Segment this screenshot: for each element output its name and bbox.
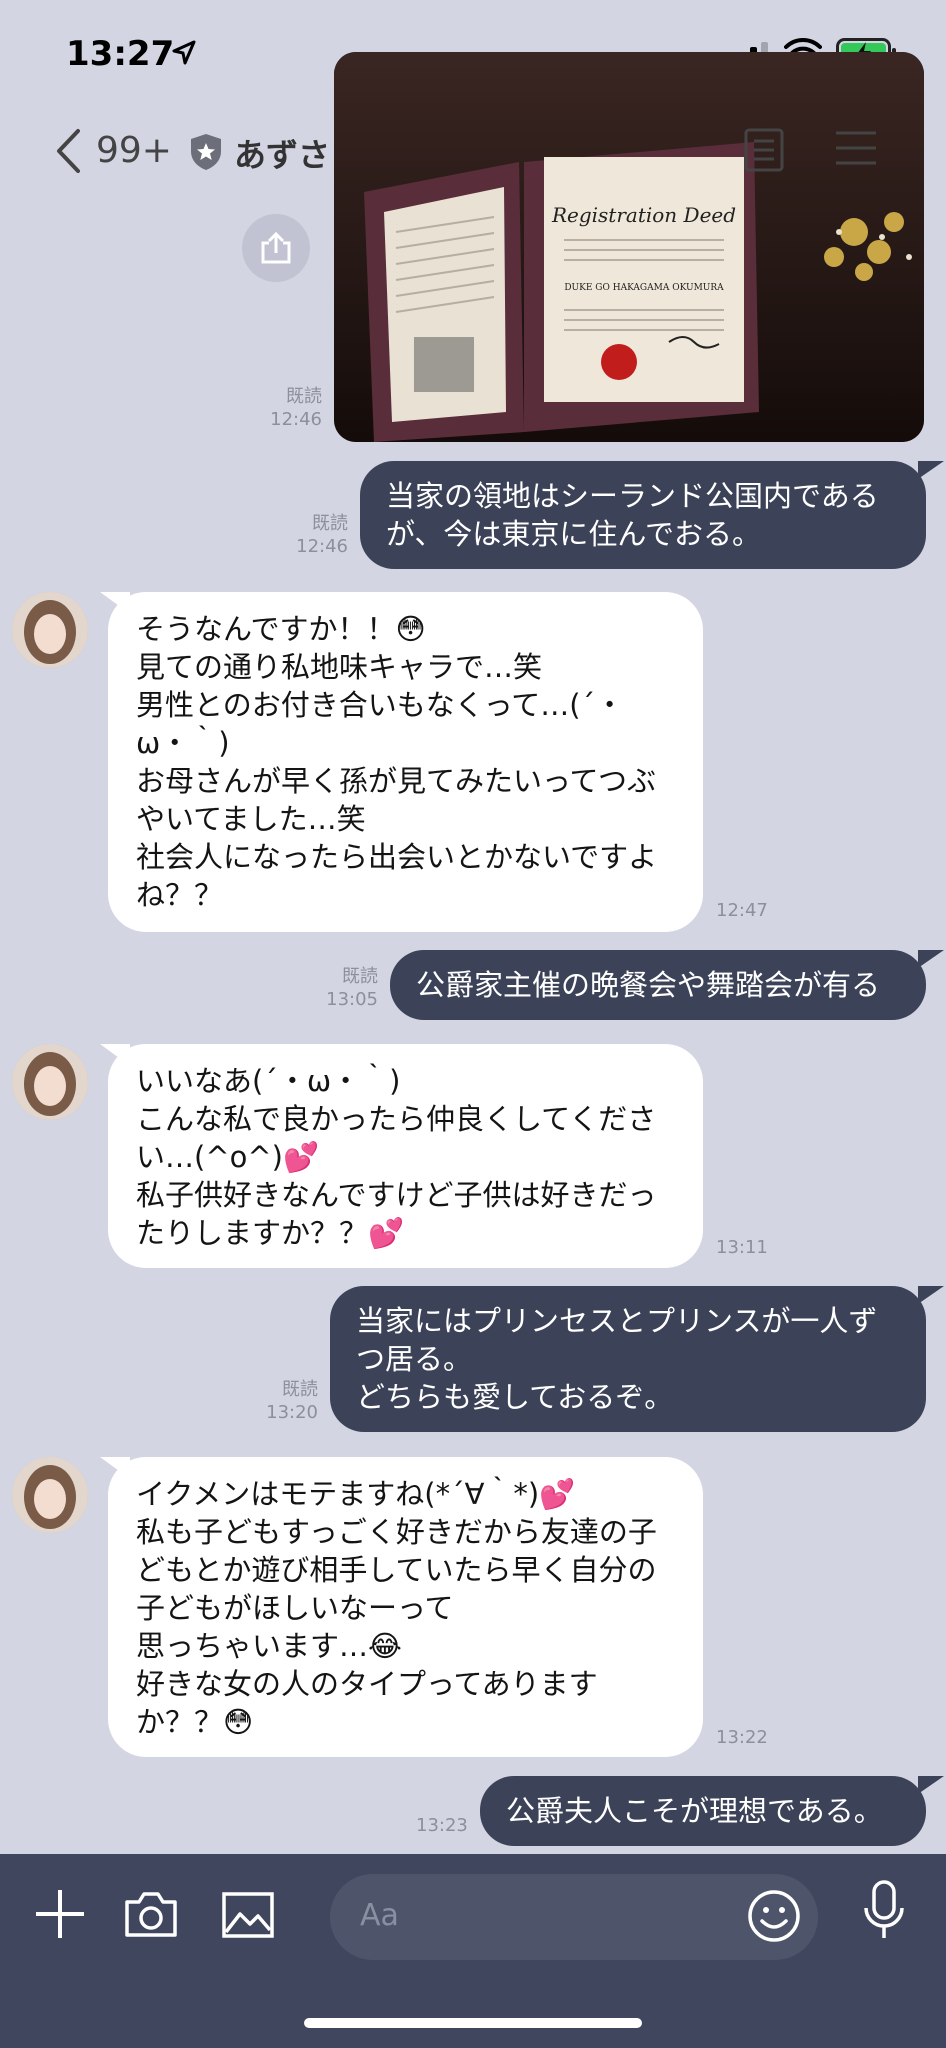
avatar-image xyxy=(12,1457,88,1533)
message-text: 男性とのお付き合いもなくって…(´・ xyxy=(136,688,625,722)
message-text: ω・｀) xyxy=(136,726,230,760)
message-bubble-outgoing[interactable]: 当家の領地はシーランド公国内である が、今は東京に住んでおる。 xyxy=(360,461,926,569)
message-bubble-outgoing[interactable]: 公爵夫人こそが理想である。 xyxy=(480,1776,926,1846)
message-text: 公爵夫人こそが理想である。 xyxy=(506,1794,883,1828)
message-text: 公爵家主催の晩餐会や舞踏会が有る xyxy=(416,968,881,1002)
read-receipt: 既読 xyxy=(286,386,322,407)
message-bubble-incoming[interactable]: いいなあ(´・ω・｀) こんな私で良かったら仲良くしてくださ い…(^o^)💕 … xyxy=(108,1044,703,1268)
hamburger-menu-icon[interactable] xyxy=(834,130,878,166)
message-text: 子どもがほしいなーって xyxy=(136,1591,454,1625)
message-time: 12:47 xyxy=(716,900,768,921)
message-meta: 既読 12:46 xyxy=(250,385,322,431)
message-text: そうなんですか！！😳 xyxy=(136,612,426,646)
message-text: たりしますか？？💕 xyxy=(136,1216,405,1250)
message-text: ね？？ xyxy=(136,878,224,912)
message-text: どもとか遊び相手していたら早く自分の xyxy=(136,1553,657,1587)
message-time: 13:20 xyxy=(266,1402,318,1423)
message-text: 見ての通り私地味キャラで…笑 xyxy=(136,650,543,684)
message-text: 社会人になったら出会いとかないですよ xyxy=(136,840,658,874)
message-text: 私も子どもすっごく好きだから友達の子 xyxy=(136,1515,657,1549)
note-icon[interactable] xyxy=(744,128,784,172)
message-bubble-incoming[interactable]: イクメンはモテますね(*´∀｀*)💕 私も子どもすっごく好きだから友達の子 ども… xyxy=(108,1457,703,1757)
microphone-icon[interactable] xyxy=(862,1880,906,1944)
message-bubble-incoming[interactable]: そうなんですか！！😳 見ての通り私地味キャラで…笑 男性とのお付き合いもなくって… xyxy=(108,592,703,932)
message-text: 私子供好きなんですけど子供は好きだっ xyxy=(136,1178,657,1212)
message-meta: 既読 12:46 xyxy=(276,512,348,558)
message-text: つ居る。 xyxy=(356,1342,473,1376)
read-receipt: 既読 xyxy=(342,966,378,987)
message-meta: 既読 13:20 xyxy=(246,1378,318,1424)
message-bubble-outgoing[interactable]: 公爵家主催の晩餐会や舞踏会が有る xyxy=(390,950,926,1020)
message-bubble-outgoing[interactable]: 当家にはプリンセスとプリンスが一人ず つ居る。 どちらも愛しておるぞ。 xyxy=(330,1286,926,1432)
share-button[interactable] xyxy=(242,214,310,282)
message-text: 当家の領地はシーランド公国内である xyxy=(386,479,879,513)
message-text: い…(^o^)💕 xyxy=(136,1140,320,1174)
message-text: どちらも愛しておるぞ。 xyxy=(356,1380,674,1414)
avatar-image xyxy=(12,1044,88,1120)
input-placeholder: Aa xyxy=(360,1898,399,1933)
camera-icon[interactable] xyxy=(124,1890,178,1938)
message-text: 当家にはプリンセスとプリンスが一人ず xyxy=(356,1304,878,1338)
bubble-tail xyxy=(918,950,944,968)
message-time: 13:22 xyxy=(716,1727,768,1748)
avatar[interactable] xyxy=(12,1044,88,1120)
message-input[interactable]: Aa xyxy=(330,1874,818,1960)
unread-count[interactable]: 99+ xyxy=(96,130,172,171)
chevron-left-icon[interactable] xyxy=(54,128,82,174)
certificate-title: Registration Deed xyxy=(551,203,736,227)
bubble-tail xyxy=(918,461,944,479)
location-arrow-icon xyxy=(172,40,196,65)
message-text: が、今は東京に住んでおる。 xyxy=(386,517,761,551)
plus-icon[interactable] xyxy=(34,1888,86,1940)
message-text: いいなあ(´・ω・｀) xyxy=(136,1064,401,1098)
share-icon xyxy=(261,231,291,264)
avatar[interactable] xyxy=(12,592,88,668)
message-time: 13:11 xyxy=(716,1237,768,1258)
message-text: 思っちゃいます…😂 xyxy=(136,1629,402,1663)
bubble-tail xyxy=(918,1286,944,1304)
message-text: やいてました…笑 xyxy=(136,802,366,836)
message-time: 13:23 xyxy=(416,1815,468,1836)
message-text: か？？😳 xyxy=(136,1705,254,1739)
home-indicator xyxy=(304,2018,642,2028)
emoji-icon[interactable] xyxy=(746,1888,802,1944)
read-receipt: 既読 xyxy=(312,513,348,534)
chat-header: 99+ あずさ xyxy=(0,110,946,190)
image-icon[interactable] xyxy=(222,1892,274,1938)
certificate-name: DUKE GO HAKAGAMA OKUMURA xyxy=(564,283,724,293)
message-text: 好きな女の人のタイプってあります xyxy=(136,1667,598,1701)
status-time: 13:27 xyxy=(66,34,175,74)
message-time: 12:46 xyxy=(270,409,322,430)
shield-star-icon xyxy=(191,134,221,170)
message-text: こんな私で良かったら仲良くしてくださ xyxy=(136,1102,657,1136)
message-time: 13:05 xyxy=(326,989,378,1010)
message-time: 12:46 xyxy=(296,536,348,557)
avatar-image xyxy=(12,592,88,668)
message-meta: 既読 13:05 xyxy=(306,965,378,1011)
message-text: お母さんが早く孫が見てみたいってつぶ xyxy=(136,764,656,798)
bubble-tail xyxy=(918,1776,944,1794)
read-receipt: 既読 xyxy=(282,1379,318,1400)
avatar[interactable] xyxy=(12,1457,88,1533)
chat-name[interactable]: あずさ xyxy=(234,130,330,176)
message-text: イクメンはモテますね(*´∀｀*)💕 xyxy=(136,1477,576,1511)
